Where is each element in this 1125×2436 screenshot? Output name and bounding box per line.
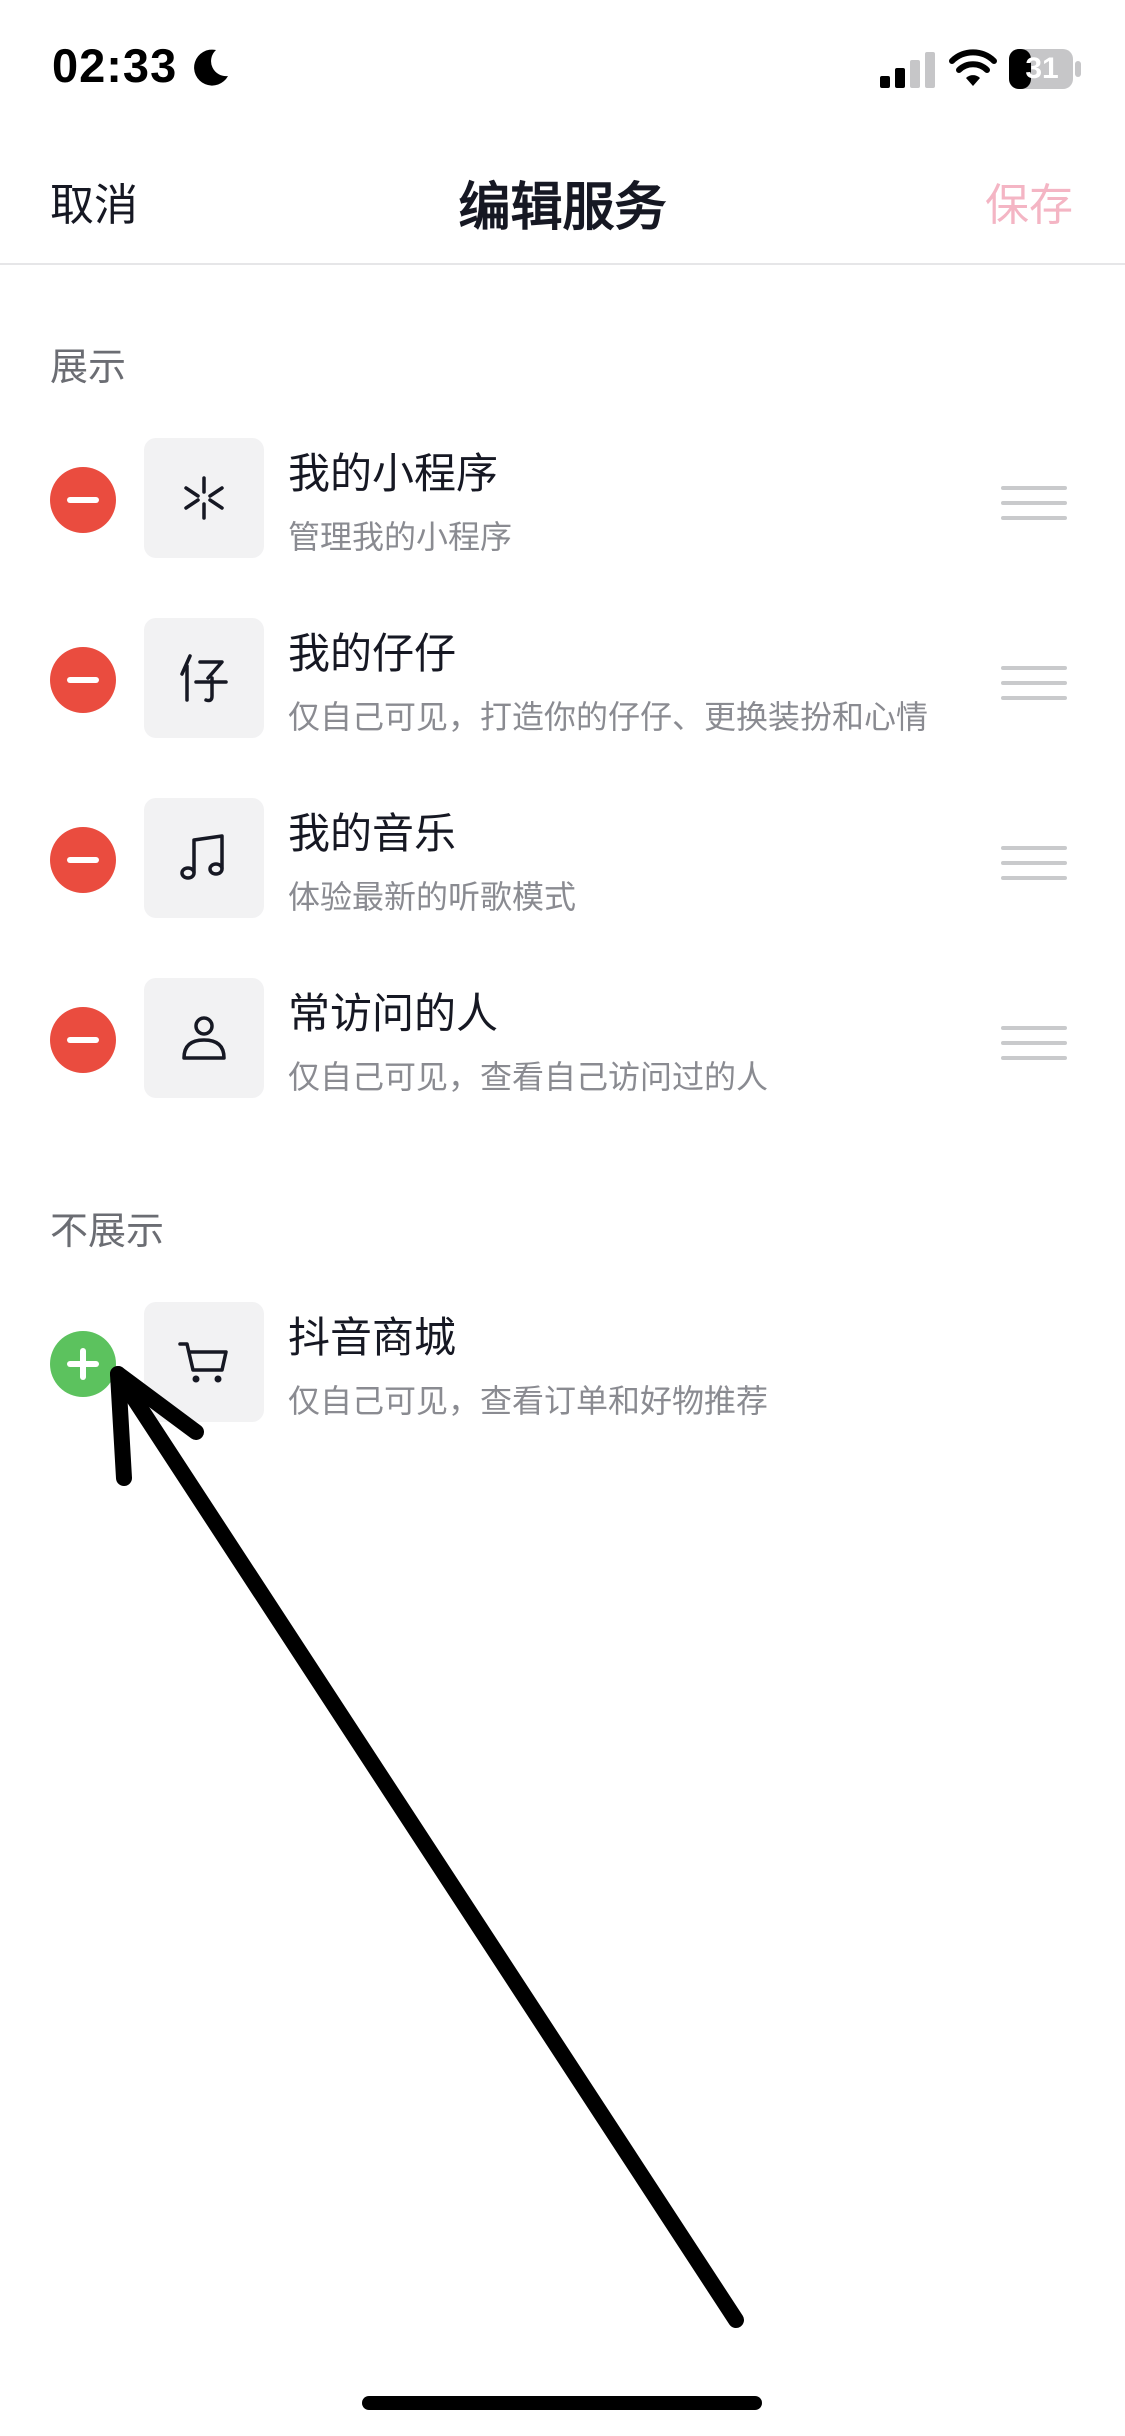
drag-handle[interactable] (1001, 486, 1067, 520)
music-note-icon (180, 834, 224, 880)
drag-handle[interactable] (1001, 1026, 1067, 1060)
service-icon-box (144, 798, 264, 918)
item-title: 抖音商城 (288, 1313, 457, 1362)
status-time: 02:33 (52, 39, 178, 92)
item-subtitle: 仅自己可见，打造你的仔仔、更换装扮和心情 (288, 698, 929, 736)
add-button[interactable] (50, 1331, 116, 1397)
item-title: 常访问的人 (288, 989, 499, 1038)
service-icon-box (144, 438, 264, 558)
page-title: 编辑服务 (458, 178, 667, 238)
home-indicator[interactable] (362, 2396, 762, 2410)
item-subtitle: 体验最新的听歌模式 (288, 878, 577, 916)
annotation-arrow-icon (110, 1366, 744, 2328)
battery-level: 31 (1025, 52, 1059, 85)
wifi-icon (949, 49, 997, 86)
item-subtitle: 仅自己可见，查看自己访问过的人 (288, 1058, 769, 1096)
list-item-music[interactable]: 我的音乐 体验最新的听歌模式 (0, 784, 1125, 934)
moon-icon (194, 49, 228, 86)
drag-handle[interactable] (1001, 846, 1067, 880)
item-title: 我的小程序 (288, 449, 499, 498)
nav-bar: 取消 编辑服务 保存 (0, 135, 1125, 265)
remove-button[interactable] (50, 827, 116, 893)
remove-button[interactable] (50, 1007, 116, 1073)
section-header-shown: 展示 (50, 345, 127, 389)
drag-handle[interactable] (1001, 666, 1067, 700)
person-icon (182, 1016, 226, 1060)
remove-button[interactable] (50, 647, 116, 713)
list-item-douyin-mall[interactable]: 抖音商城 仅自己可见，查看订单和好物推荐 (0, 1288, 1125, 1438)
service-icon-box (144, 1302, 264, 1422)
signal-icon (880, 52, 935, 88)
section-header-hidden: 不展示 (50, 1209, 165, 1253)
list-item-mini-programs[interactable]: 我的小程序 管理我的小程序 (0, 424, 1125, 574)
edit-services-screen: 02:33 31 取消 编辑服务 保存 展示 我的小程序 管理我的小程序 我的仔… (0, 0, 1125, 2436)
item-subtitle: 管理我的小程序 (288, 518, 513, 556)
list-item-frequent-visitors[interactable]: 常访问的人 仅自己可见，查看自己访问过的人 (0, 964, 1125, 1114)
list-item-zaizai[interactable]: 我的仔仔 仅自己可见，打造你的仔仔、更换装扮和心情 (0, 604, 1125, 754)
item-subtitle: 仅自己可见，查看订单和好物推荐 (288, 1382, 769, 1420)
shopping-cart-icon (178, 1342, 228, 1383)
item-title: 我的音乐 (288, 809, 457, 858)
service-icon-box (144, 618, 264, 738)
remove-button[interactable] (50, 467, 116, 533)
save-button[interactable]: 保存 (985, 169, 1073, 233)
item-title: 我的仔仔 (288, 629, 457, 678)
mini-program-icon (184, 476, 224, 520)
status-bar: 02:33 31 (0, 0, 1125, 135)
service-icon-box (144, 978, 264, 1098)
zaizai-icon (180, 654, 228, 703)
